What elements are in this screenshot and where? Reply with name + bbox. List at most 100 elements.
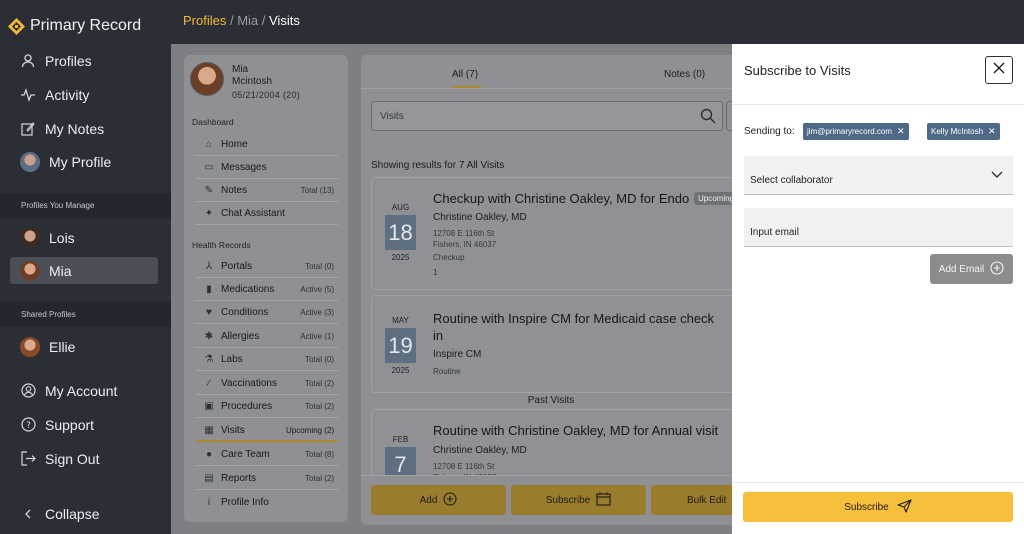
search-icon[interactable] — [700, 108, 716, 127]
bulk-edit-button[interactable]: Bulk Edit — [651, 485, 741, 515]
plus-circle-icon — [443, 491, 457, 509]
chevron-left-icon — [20, 506, 36, 522]
subscribe-panel: Subscribe to Visits Sending to: jim@prim… — [732, 44, 1024, 534]
subscribe-open-button[interactable]: Subscribe — [511, 485, 646, 515]
visit-title: Checkup with Christine Oakley, MD for En… — [433, 191, 690, 206]
sidebar-item-lois[interactable]: Lois — [10, 224, 158, 251]
avatar — [20, 260, 40, 281]
flask-icon: ⚗ — [204, 354, 214, 365]
close-icon — [993, 61, 1005, 79]
profile-last-name: Mcintosh — [232, 76, 273, 87]
results-summary: Showing results for 7 All Visits — [371, 160, 505, 171]
brand-logo[interactable]: Primary Record — [8, 17, 141, 35]
visit-day: 18 — [385, 215, 416, 250]
remove-recipient-icon[interactable]: ✕ — [988, 126, 996, 137]
recipient-chip: jim@primaryrecord.com ✕ — [803, 123, 909, 140]
tab-all[interactable]: All (7) — [452, 69, 478, 80]
search-input[interactable]: Visits — [371, 101, 723, 131]
visit-type: Routine — [433, 367, 461, 376]
chevron-down-icon — [991, 171, 1003, 182]
nav-count: Total (2) — [305, 379, 334, 388]
nav-visits[interactable]: ▦ Visits Upcoming (2) — [196, 420, 338, 442]
visit-title: Routine with Christine Oakley, MD for An… — [433, 423, 719, 438]
sidebar-item-activity[interactable]: Activity — [10, 81, 158, 108]
sidebar-item-label: My Notes — [45, 120, 105, 137]
info-icon: i — [207, 496, 211, 508]
nav-chat-assistant[interactable]: ✦ Chat Assistant — [196, 203, 338, 225]
collaborator-select[interactable]: Select collaborator — [744, 156, 1013, 195]
sidebar-item-ellie[interactable]: Ellie — [10, 333, 158, 360]
add-button[interactable]: Add — [371, 485, 506, 515]
nav-label: Care Team — [221, 449, 270, 460]
sidebar-item-mia[interactable]: Mia — [10, 257, 158, 284]
nav-labs[interactable]: ⚗ Labs Total (0) — [196, 349, 338, 371]
tab-active-indicator — [451, 86, 481, 88]
visit-title: Routine with Inspire CM for Medicaid cas… — [433, 311, 715, 343]
nav-home[interactable]: ⌂ Home — [196, 134, 338, 156]
sending-to-label: Sending to: — [744, 126, 795, 137]
svg-text:?: ? — [26, 421, 31, 431]
nav-label: Labs — [221, 354, 243, 365]
nav-conditions[interactable]: ♥ Conditions Active (3) — [196, 302, 338, 324]
sidebar-item-sign-out[interactable]: Sign Out — [10, 445, 158, 472]
search-placeholder: Visits — [380, 110, 404, 122]
recipient-label: Kelly McIntosh — [931, 127, 984, 136]
nav-profile-info[interactable]: i Profile Info — [196, 491, 338, 513]
remove-recipient-icon[interactable]: ✕ — [897, 126, 905, 137]
calendar-icon — [596, 492, 611, 509]
nav-label: Allergies — [221, 331, 260, 342]
sidebar-item-profiles[interactable]: Profiles — [10, 47, 158, 74]
nav-count: Total (0) — [305, 262, 334, 271]
nav-allergies[interactable]: ✱ Allergies Active (1) — [196, 326, 338, 348]
sidebar-item-support[interactable]: ? Support — [10, 411, 158, 438]
add-label: Add — [419, 494, 438, 506]
add-email-button[interactable]: Add Email — [930, 254, 1013, 284]
report-icon: ▤ — [204, 473, 214, 484]
close-button[interactable] — [985, 56, 1013, 84]
breadcrumb-mia[interactable]: Mia — [237, 13, 258, 28]
subscribe-button[interactable]: Subscribe — [743, 492, 1013, 522]
nav-care-team[interactable]: ● Care Team Total (8) — [196, 444, 338, 466]
divider — [732, 482, 1024, 483]
nav-count: Active (5) — [300, 285, 334, 294]
syringe-icon: ∕ — [208, 378, 210, 389]
visit-date: MAY 19 2025 — [385, 316, 416, 375]
visit-card[interactable]: AUG 18 2025 Checkup with Christine Oakle… — [371, 177, 741, 290]
nav-label: Vaccinations — [221, 378, 277, 389]
sidebar-item-my-profile[interactable]: My Profile — [10, 148, 158, 175]
sidebar-item-label: Mia — [49, 262, 72, 279]
team-icon: ● — [205, 449, 213, 460]
nav-label: Messages — [221, 162, 267, 173]
sidebar-item-label: Lois — [49, 229, 75, 246]
collapse-button[interactable]: Collapse — [10, 500, 158, 527]
nav-vaccinations[interactable]: ∕ Vaccinations Total (2) — [196, 373, 338, 395]
help-icon: ? — [20, 417, 36, 433]
sidebar-item-label: Activity — [45, 86, 90, 103]
email-field[interactable]: Input email — [744, 208, 1013, 247]
collapse-label: Collapse — [45, 505, 100, 522]
breadcrumb-profiles[interactable]: Profiles — [183, 13, 226, 28]
nav-portals[interactable]: ⅄ Portals Total (0) — [196, 256, 338, 278]
sidebar-item-my-account[interactable]: My Account — [10, 377, 158, 404]
sidebar-item-my-notes[interactable]: My Notes — [10, 115, 158, 142]
nav-messages[interactable]: ▭ Messages — [196, 157, 338, 179]
nav-reports[interactable]: ▤ Reports Total (2) — [196, 468, 338, 490]
past-visits-heading: Past Visits — [527, 395, 575, 406]
nav-count: Active (3) — [300, 308, 334, 317]
visit-month: FEB — [392, 435, 409, 444]
profile-first-name: Mia — [232, 64, 249, 75]
edit-icon — [20, 121, 36, 137]
top-bar: Profiles / Mia / Visits — [171, 0, 1024, 44]
visit-month: MAY — [392, 316, 409, 325]
nav-notes[interactable]: ✎ Notes Total (13) — [196, 180, 338, 202]
nav-medications[interactable]: ▮ Medications Active (5) — [196, 279, 338, 301]
portal-icon: ⅄ — [205, 261, 213, 272]
nav-label: Profile Info — [221, 496, 269, 508]
sidebar: Primary Record Profiles Activity My Note… — [0, 0, 171, 534]
visit-month: AUG — [391, 203, 410, 212]
visit-card[interactable]: MAY 19 2025 Routine with Inspire CM for … — [371, 295, 741, 393]
nav-label: Procedures — [221, 401, 273, 412]
tab-notes[interactable]: Notes (0) — [664, 69, 705, 80]
nav-procedures[interactable]: ▣ Procedures Total (2) — [196, 396, 338, 418]
profile-dob: 05/21/2004 (20) — [232, 90, 301, 100]
